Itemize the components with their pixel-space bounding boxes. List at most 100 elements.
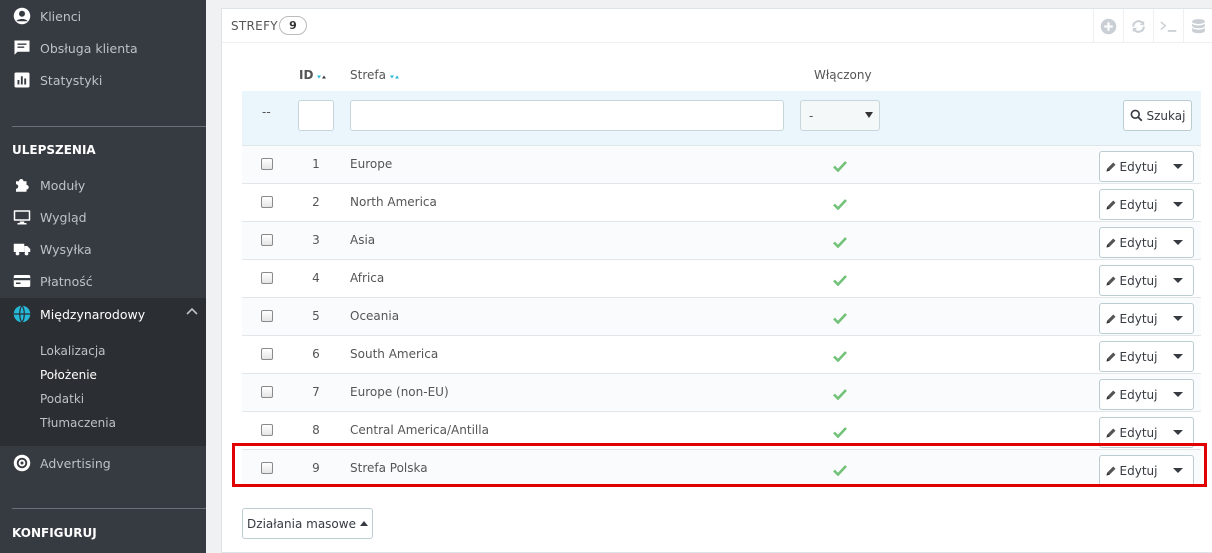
cell-name: Europe (non-EU) [350,385,449,399]
check-icon[interactable] [833,195,847,214]
edit-button[interactable]: Edytuj [1100,418,1162,447]
dropdown-toggle-button[interactable] [1162,456,1193,485]
edit-button[interactable]: Edytuj [1100,380,1162,409]
dropdown-toggle-button[interactable] [1162,342,1193,371]
chevron-up-icon [186,306,198,316]
sidebar-subitem-podatki[interactable]: Podatki [40,392,84,406]
bulk-actions-button[interactable]: Działania masowe [242,508,373,539]
column-header-strefa[interactable]: Strefa [350,68,399,83]
sidebar-item-moduly[interactable]: Moduły [0,171,206,199]
pencil-icon [1106,352,1116,361]
table-row: 1 Europe Edytuj [242,145,1201,183]
pencil-icon [1106,314,1116,323]
sidebar-item-label: Advertising [40,455,111,471]
row-checkbox[interactable] [261,196,273,208]
row-checkbox[interactable] [261,424,273,436]
globe-icon [12,305,32,323]
terminal-icon[interactable] [1153,9,1183,43]
sidebar-divider [12,508,206,509]
sidebar-item-statystyki[interactable]: Statystyki [0,66,206,94]
dropdown-toggle-button[interactable] [1162,228,1193,257]
sidebar-section-konfiguruj: KONFIGURUJ [12,526,97,540]
caret-down-icon [1172,164,1183,169]
search-button[interactable]: Szukaj [1123,100,1192,131]
panel-title: STREFY [231,19,278,33]
edit-button[interactable]: Edytuj [1100,190,1162,219]
cell-name: Strefa Polska [350,461,428,475]
sidebar-item-klienci[interactable]: Klienci [0,2,206,30]
table-row: 6 South America Edytuj [242,335,1201,373]
pencil-icon [1106,390,1116,399]
dropdown-toggle-button[interactable] [1162,418,1193,447]
sidebar-item-advertising[interactable]: Advertising [0,449,206,477]
row-checkbox[interactable] [261,234,273,246]
sidebar-divider [12,126,206,127]
table-row: 3 Asia Edytuj [242,221,1201,259]
check-icon[interactable] [833,233,847,252]
row-checkbox[interactable] [261,462,273,474]
sidebar-subitem-polozenie[interactable]: Położenie [40,368,97,382]
dropdown-toggle-button[interactable] [1162,266,1193,295]
sidebar-item-wysylka[interactable]: Wysyłka [0,235,206,263]
caret-down-icon [1172,316,1183,321]
caret-up-icon [359,521,368,526]
caret-down-icon [1172,430,1183,435]
filter-name-input[interactable] [350,100,784,131]
row-checkbox[interactable] [261,310,273,322]
dropdown-toggle-button[interactable] [1162,304,1193,333]
row-actions: Edytuj [1099,151,1194,182]
check-icon[interactable] [833,461,847,480]
table-row: 7 Europe (non-EU) Edytuj [242,373,1201,411]
sort-arrows-icon[interactable] [317,69,327,83]
sidebar-item-label: Statystyki [40,72,103,88]
row-checkbox[interactable] [261,158,273,170]
check-icon[interactable] [833,423,847,442]
add-icon[interactable] [1093,9,1123,43]
monitor-icon [12,208,32,226]
cell-id: 5 [312,309,320,323]
dropdown-toggle-button[interactable] [1162,380,1193,409]
row-checkbox[interactable] [261,272,273,284]
check-icon[interactable] [833,309,847,328]
row-checkbox[interactable] [261,348,273,360]
refresh-icon[interactable] [1123,9,1153,43]
count-badge: 9 [279,16,307,35]
edit-button[interactable]: Edytuj [1100,304,1162,333]
database-icon[interactable] [1183,9,1212,43]
row-actions: Edytuj [1099,379,1194,410]
check-icon[interactable] [833,157,847,176]
pencil-icon [1106,276,1116,285]
pencil-icon [1106,428,1116,437]
dropdown-toggle-button[interactable] [1162,190,1193,219]
sidebar-item-platnosc[interactable]: Płatność [0,267,206,295]
pencil-icon [1106,200,1116,209]
sidebar-subitem-lokalizacja[interactable]: Lokalizacja [40,344,106,358]
row-actions: Edytuj [1099,455,1194,486]
check-icon[interactable] [833,385,847,404]
filter-id-input[interactable] [298,100,334,131]
check-icon[interactable] [833,347,847,366]
dropdown-toggle-button[interactable] [1162,152,1193,181]
puzzle-icon [12,176,32,194]
filter-enabled-select[interactable]: - [800,100,880,131]
row-checkbox[interactable] [261,386,273,398]
edit-button[interactable]: Edytuj [1100,152,1162,181]
edit-button[interactable]: Edytuj [1100,342,1162,371]
sidebar-item-miedzynarodowy[interactable]: Międzynarodowy [0,298,206,330]
edit-button[interactable]: Edytuj [1100,266,1162,295]
sidebar-subitem-tlumaczenia[interactable]: Tłumaczenia [40,416,116,430]
user-circle-icon [12,7,32,25]
edit-button[interactable]: Edytuj [1100,456,1162,485]
column-header-id[interactable]: ID [299,68,327,83]
table-row: 5 Oceania Edytuj [242,297,1201,335]
cell-id: 7 [312,385,320,399]
cell-name: Asia [350,233,376,247]
edit-button[interactable]: Edytuj [1100,228,1162,257]
credit-card-icon [12,272,32,290]
sidebar-item-obsluga[interactable]: Obsługa klienta [0,34,206,62]
sidebar-item-wyglad[interactable]: Wygląd [0,203,206,231]
check-icon[interactable] [833,271,847,290]
sort-arrows-icon[interactable] [389,69,399,83]
sidebar-item-label: Obsługa klienta [40,40,138,56]
caret-down-icon [1172,240,1183,245]
